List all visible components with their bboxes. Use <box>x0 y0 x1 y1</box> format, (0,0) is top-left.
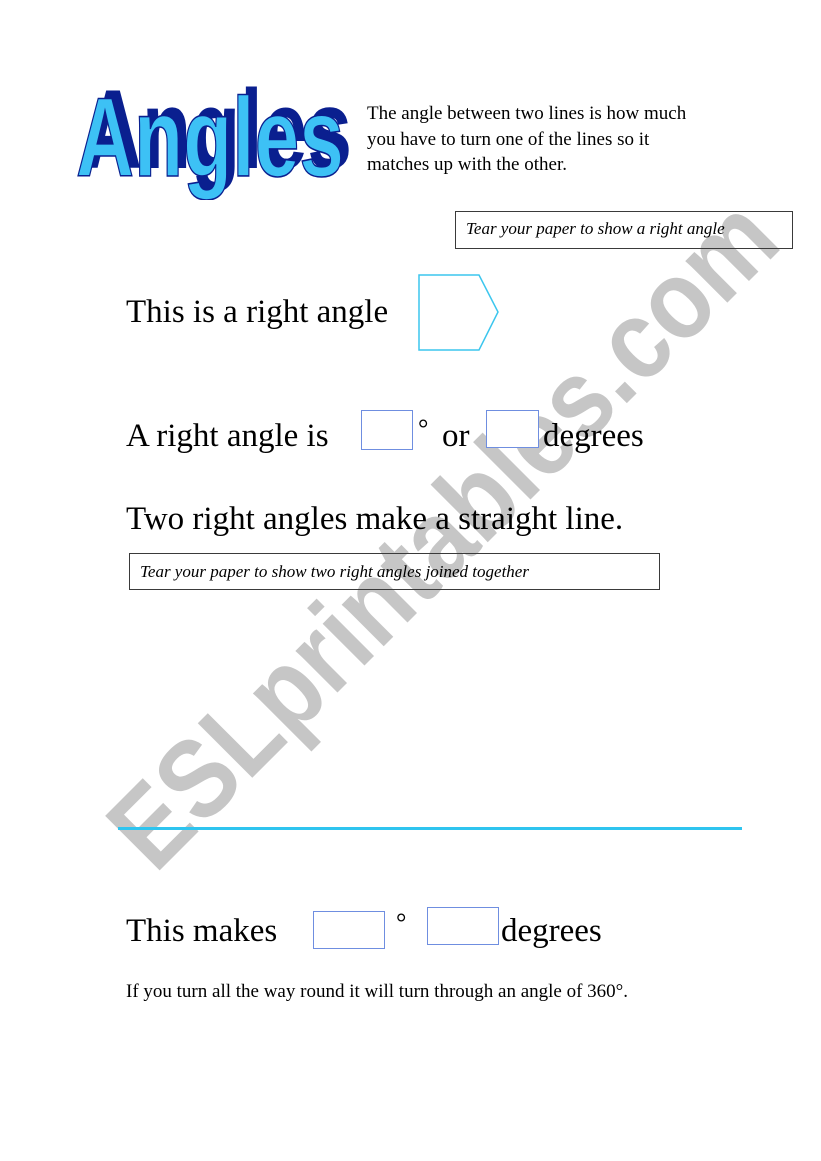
instruction-box-right-angle: Tear your paper to show a right angle <box>455 211 793 249</box>
degree-symbol: ° <box>396 908 407 937</box>
instruction-text: Tear your paper to show a right angle <box>466 219 725 238</box>
degree-symbol: ° <box>418 414 429 443</box>
straight-line <box>118 827 742 830</box>
intro-paragraph: The angle between two lines is how much … <box>367 103 687 175</box>
right-angle-shape <box>418 274 499 351</box>
answer-box-straight-line-symbol[interactable] <box>313 911 385 949</box>
worksheet-page: Angles Angles The angle between two line… <box>0 0 821 1161</box>
this-makes-text: This makes <box>126 913 278 949</box>
full-turn-paragraph: If you turn all the way round it will tu… <box>126 981 629 1002</box>
degrees-text: degrees <box>501 913 602 949</box>
title-text: Angles <box>76 75 344 200</box>
answer-box-straight-line-word[interactable] <box>427 907 499 945</box>
right-angle-pentagon <box>418 274 499 351</box>
two-right-angles-text: Two right angles make a straight line. <box>126 501 624 537</box>
right-angle-intro-text: This is a right angle <box>126 294 389 330</box>
or-text: or <box>442 418 470 454</box>
title-wordart: Angles Angles <box>75 72 352 200</box>
right-angle-is-text: A right angle is <box>126 418 329 454</box>
instruction-text: Tear your paper to show two right angles… <box>140 562 529 581</box>
answer-box-right-angle-word[interactable] <box>486 410 539 448</box>
answer-box-right-angle-symbol[interactable] <box>361 410 413 450</box>
degrees-text: degrees <box>543 418 644 454</box>
instruction-box-two-right-angles: Tear your paper to show two right angles… <box>129 553 660 590</box>
